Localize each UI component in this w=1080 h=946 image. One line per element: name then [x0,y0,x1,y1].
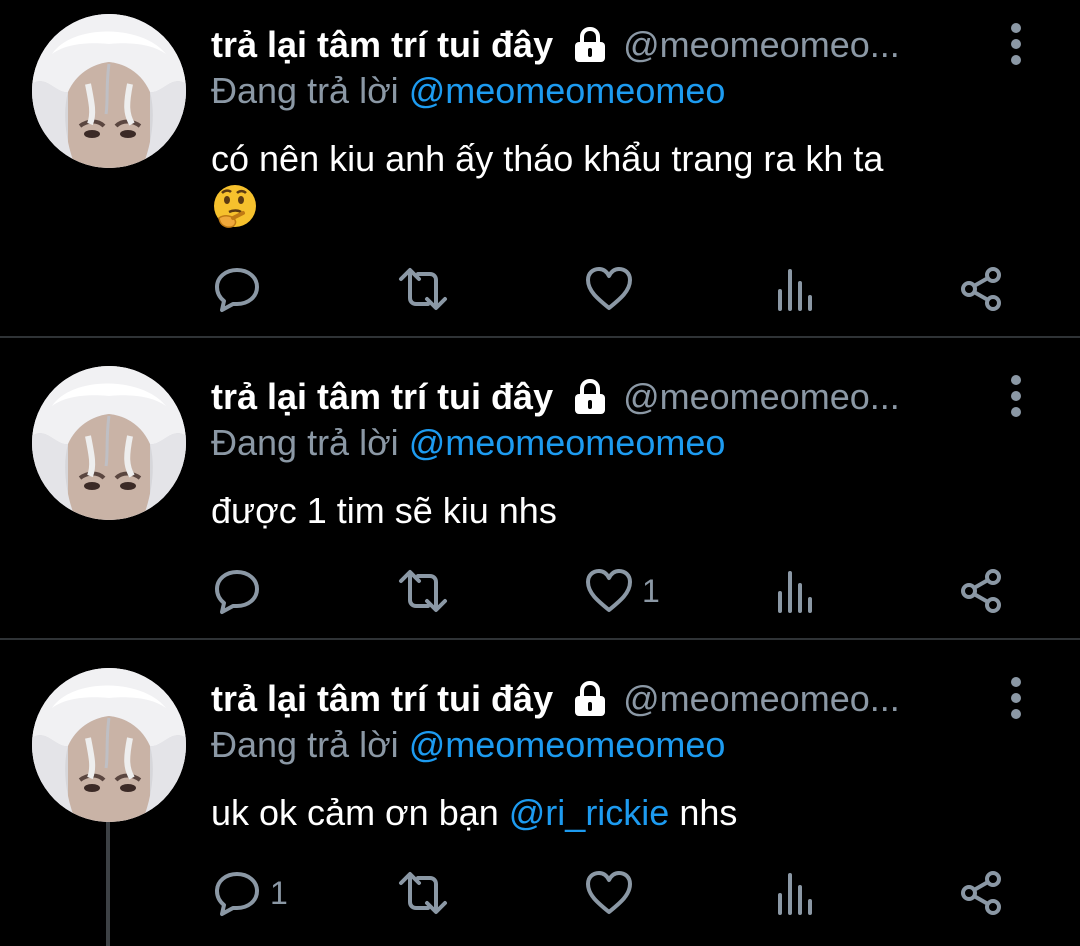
reply-icon [212,264,262,314]
replying-prefix: Đang trả lời [211,70,399,111]
replying-to-handle[interactable]: @meomeomeomeo [409,724,726,765]
tweet[interactable]: trả lại tâm trí tui đây @meomeomeo... Đa… [0,654,1080,946]
share-icon [960,267,1006,311]
divider [0,638,1080,640]
share-button[interactable] [960,868,1006,918]
reply-icon [212,868,262,918]
retweet-button[interactable] [396,868,450,918]
views-button[interactable] [776,868,816,918]
lock-icon [573,26,607,64]
reply-count: 1 [270,874,288,911]
tweet-text: có nên kiu anh ấy tháo khẩu trang ra kh … [211,138,884,179]
replying-to-handle[interactable]: @meomeomeomeo [409,70,726,111]
mention-link[interactable]: @ri_rickie [509,792,670,833]
avatar[interactable] [32,14,186,168]
avatar[interactable] [32,366,186,520]
reply-icon [212,566,262,616]
tweet-header: trả lại tâm trí tui đây @meomeomeo... [211,22,939,68]
reply-button[interactable] [212,264,270,314]
like-button[interactable] [584,868,642,918]
tweet-actions [0,264,1080,314]
display-name[interactable]: trả lại tâm trí tui đây [211,376,553,418]
tweet[interactable]: trả lại tâm trí tui đây @meomeomeo... Đa… [0,0,1080,338]
like-icon [584,868,634,918]
tweet-actions: 1 [0,868,1080,918]
share-icon [960,569,1006,613]
text-suffix: nhs [669,792,738,833]
display-name[interactable]: trả lại tâm trí tui đây [211,24,553,66]
like-icon [584,566,634,616]
more-icon[interactable] [1004,374,1028,418]
more-icon[interactable] [1004,676,1028,720]
tweet-text: uk ok cảm ơn bạn @ri_rickie nhs [211,788,737,838]
tweet[interactable]: trả lại tâm trí tui đây @meomeomeo... Đa… [0,352,1080,640]
views-icon [776,267,816,311]
retweet-icon [396,868,450,918]
replying-prefix: Đang trả lời [211,422,399,463]
like-count: 1 [642,572,660,609]
share-icon [960,871,1006,915]
share-button[interactable] [960,264,1006,314]
views-icon [776,569,816,613]
tweet-header: trả lại tâm trí tui đây @meomeomeo... [211,676,939,722]
share-button[interactable] [960,566,1006,616]
retweet-button[interactable] [396,566,450,616]
avatar[interactable] [32,668,186,822]
tweet-header: trả lại tâm trí tui đây @meomeomeo... [211,374,939,420]
retweet-icon [396,566,450,616]
views-icon [776,871,816,915]
handle[interactable]: @meomeomeo... [623,24,939,66]
like-icon [584,264,634,314]
views-button[interactable] [776,566,816,616]
retweet-icon [396,264,450,314]
replying-to: Đang trả lời @meomeomeomeo [211,422,725,464]
views-button[interactable] [776,264,816,314]
tweet-text: được 1 tim sẽ kiu nhs [211,490,557,531]
more-icon[interactable] [1004,22,1028,66]
replying-to-handle[interactable]: @meomeomeomeo [409,422,726,463]
reply-button[interactable] [212,566,270,616]
handle[interactable]: @meomeomeo... [623,376,939,418]
like-button[interactable]: 1 [584,566,660,616]
handle[interactable]: @meomeomeo... [623,678,939,720]
tweet-actions: 1 [0,566,1080,616]
replying-to: Đang trả lời @meomeomeomeo [211,70,725,112]
lock-icon [573,680,607,718]
reply-button[interactable]: 1 [212,868,288,918]
lock-icon [573,378,607,416]
replying-prefix: Đang trả lời [211,724,399,765]
like-button[interactable] [584,264,642,314]
display-name[interactable]: trả lại tâm trí tui đây [211,678,553,720]
divider [0,336,1080,338]
text-prefix: uk ok cảm ơn bạn [211,792,509,833]
retweet-button[interactable] [396,264,450,314]
thinking-face-emoji [211,184,261,230]
replying-to: Đang trả lời @meomeomeomeo [211,724,725,766]
